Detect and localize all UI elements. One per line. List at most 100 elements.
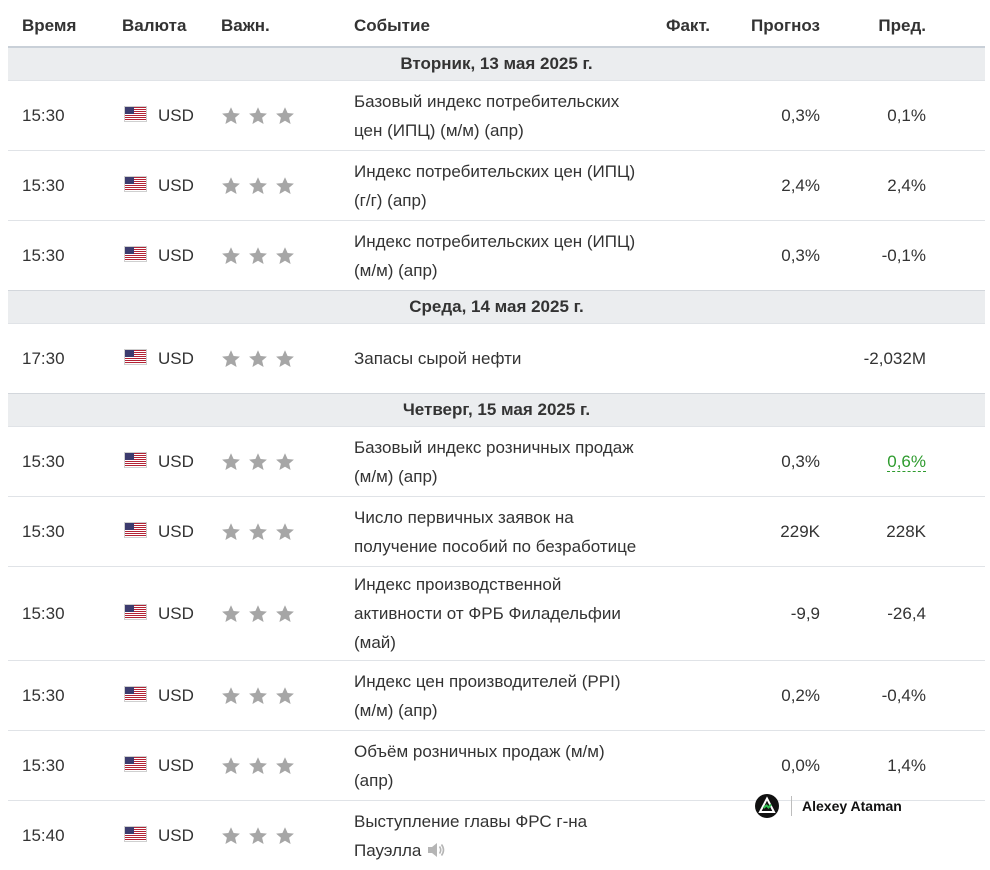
event-title[interactable]: Базовый индекс розничных продаж (м/м) (а… — [340, 427, 638, 497]
event-row[interactable]: 15:30USDЧисло первичных заявок на получе… — [8, 497, 985, 567]
col-time[interactable]: Время — [8, 6, 108, 47]
event-actual — [638, 731, 720, 801]
star-icon — [221, 176, 241, 196]
speaker-icon[interactable] — [426, 841, 446, 859]
col-currency[interactable]: Валюта — [108, 6, 207, 47]
event-actual — [638, 801, 720, 870]
star-icon — [248, 826, 268, 846]
importance-stars — [207, 106, 295, 126]
watermark: Alexey Ataman — [755, 791, 902, 821]
star-icon — [248, 686, 268, 706]
event-currency: USD — [108, 567, 207, 661]
event-title[interactable]: Индекс потребительских цен (ИПЦ) (м/м) (… — [340, 221, 638, 291]
currency-code: USD — [158, 176, 194, 195]
event-title-text[interactable]: Число первичных заявок на получение посо… — [354, 508, 636, 556]
event-row[interactable]: 15:30USDБазовый индекс розничных продаж … — [8, 427, 985, 497]
event-row[interactable]: 15:30USDИндекс потребительских цен (ИПЦ)… — [8, 221, 985, 291]
event-title-text[interactable]: Индекс потребительских цен (ИПЦ) (м/м) (… — [354, 232, 635, 280]
event-importance — [207, 151, 340, 221]
event-title-text[interactable]: Базовый индекс розничных продаж (м/м) (а… — [354, 438, 634, 486]
event-importance — [207, 324, 340, 394]
event-title-text[interactable]: Индекс потребительских цен (ИПЦ) (г/г) (… — [354, 162, 635, 210]
previous-value: 0,1% — [887, 106, 926, 125]
event-title[interactable]: Базовый индекс потребительских цен (ИПЦ)… — [340, 81, 638, 151]
event-title[interactable]: Запасы сырой нефти — [340, 324, 638, 394]
event-time: 15:30 — [8, 661, 108, 731]
day-label: Четверг, 15 мая 2025 г. — [8, 394, 985, 427]
us-flag-icon — [124, 106, 147, 122]
previous-value: 1,4% — [887, 756, 926, 775]
currency-code: USD — [158, 756, 194, 775]
currency-code: USD — [158, 106, 194, 125]
event-actual — [638, 497, 720, 567]
col-importance[interactable]: Важн. — [207, 6, 340, 47]
economic-calendar-table: Время Валюта Важн. Событие Факт. Прогноз… — [8, 6, 985, 870]
event-currency: USD — [108, 81, 207, 151]
importance-stars — [207, 756, 295, 776]
event-title[interactable]: Индекс потребительских цен (ИПЦ) (г/г) (… — [340, 151, 638, 221]
star-icon — [248, 522, 268, 542]
event-time: 15:40 — [8, 801, 108, 870]
event-row[interactable]: 15:30 USD Базовый индекс потребительских ц… — [8, 81, 985, 151]
event-importance — [207, 427, 340, 497]
importance-stars — [207, 604, 295, 624]
col-actual[interactable]: Факт. — [638, 6, 720, 47]
star-icon — [221, 452, 241, 472]
event-previous: 0,6% — [832, 427, 985, 497]
event-forecast: 2,4% — [720, 151, 832, 221]
event-time: 15:30 — [8, 81, 108, 151]
star-icon — [248, 176, 268, 196]
event-row[interactable]: 17:30USDЗапасы сырой нефти-2,032M — [8, 324, 985, 394]
event-currency: USD — [108, 151, 207, 221]
us-flag-icon — [124, 522, 147, 538]
star-icon — [248, 246, 268, 266]
event-currency: USD — [108, 324, 207, 394]
importance-stars — [207, 452, 295, 472]
header-row: Время Валюта Важн. Событие Факт. Прогноз… — [8, 6, 985, 47]
watermark-text: Alexey Ataman — [802, 798, 902, 814]
star-icon — [275, 452, 295, 472]
event-title-text[interactable]: Индекс производственной активности от ФР… — [354, 575, 621, 652]
event-title[interactable]: Индекс цен производителей (PPI) (м/м) (а… — [340, 661, 638, 731]
event-title-text[interactable]: Выступление главы ФРС г-на Пауэлла — [354, 812, 587, 860]
star-icon — [221, 106, 241, 126]
event-row[interactable]: 15:30USDОбъём розничных продаж (м/м) (ап… — [8, 731, 985, 801]
star-icon — [275, 756, 295, 776]
star-icon — [221, 826, 241, 846]
currency-code: USD — [158, 349, 194, 368]
event-title[interactable]: Объём розничных продаж (м/м) (апр) — [340, 731, 638, 801]
event-title[interactable]: Число первичных заявок на получение посо… — [340, 497, 638, 567]
day-header-row: Вторник, 13 мая 2025 г. — [8, 47, 985, 81]
currency-code: USD — [158, 604, 194, 623]
star-icon — [275, 246, 295, 266]
event-time: 15:30 — [8, 151, 108, 221]
event-previous: 0,1% — [832, 81, 985, 151]
event-importance — [207, 731, 340, 801]
event-importance — [207, 567, 340, 661]
us-flag-icon — [124, 452, 147, 468]
star-icon — [275, 106, 295, 126]
event-time: 17:30 — [8, 324, 108, 394]
event-title[interactable]: Выступление главы ФРС г-на Пауэлла — [340, 801, 638, 870]
col-forecast[interactable]: Прогноз — [720, 6, 832, 47]
event-previous: 228K — [832, 497, 985, 567]
event-title[interactable]: Индекс производственной активности от ФР… — [340, 567, 638, 661]
event-title-text[interactable]: Объём розничных продаж (м/м) (апр) — [354, 742, 605, 790]
triangle-logo-icon — [755, 794, 779, 818]
event-actual — [638, 661, 720, 731]
event-forecast: 0,3% — [720, 221, 832, 291]
col-previous[interactable]: Пред. — [832, 6, 985, 47]
event-row[interactable]: 15:30 USD Индекс потребительских цен (ИПЦ)… — [8, 151, 985, 221]
event-title-text[interactable]: Запасы сырой нефти — [354, 349, 521, 368]
event-actual — [638, 324, 720, 394]
col-event[interactable]: Событие — [340, 6, 638, 47]
event-actual — [638, 427, 720, 497]
event-title-text[interactable]: Базовый индекс потребительских цен (ИПЦ)… — [354, 92, 619, 140]
star-icon — [275, 522, 295, 542]
event-row[interactable]: 15:30USDИндекс производственной активнос… — [8, 567, 985, 661]
event-row[interactable]: 15:30USDИндекс цен производителей (PPI) … — [8, 661, 985, 731]
event-forecast: 229K — [720, 497, 832, 567]
importance-stars — [207, 686, 295, 706]
event-title-text[interactable]: Индекс цен производителей (PPI) (м/м) (а… — [354, 672, 621, 720]
event-currency: USD — [108, 497, 207, 567]
